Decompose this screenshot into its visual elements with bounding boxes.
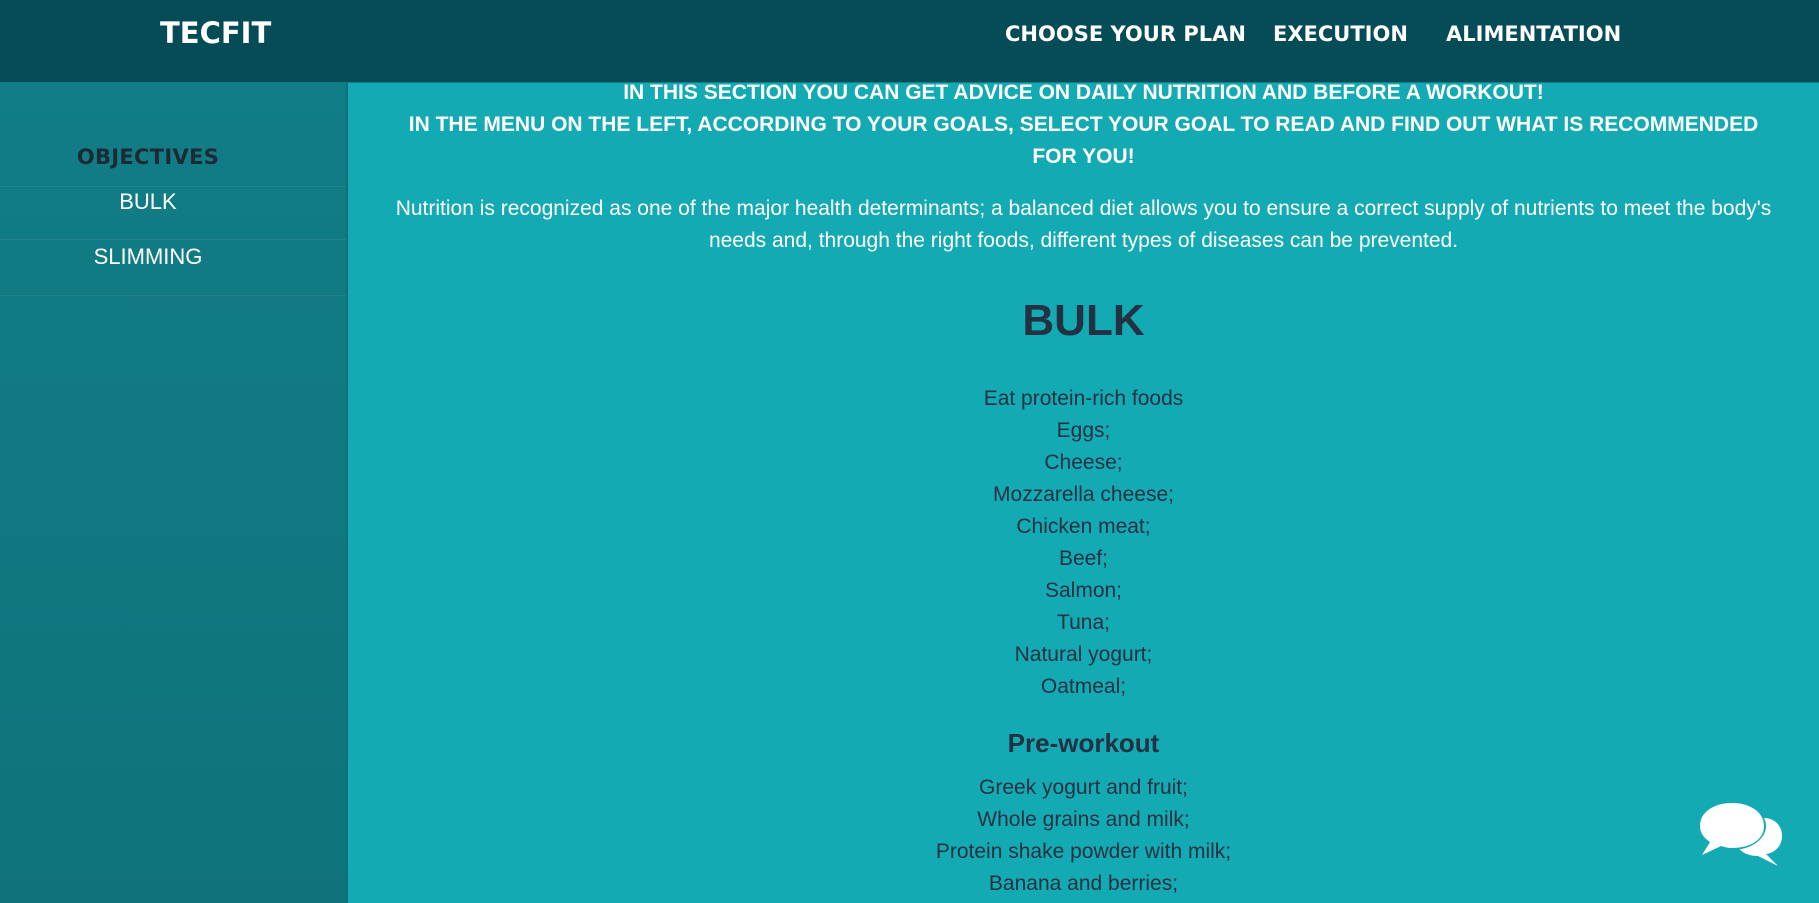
top-navbar: TECFIT CHOOSE YOUR PLAN EXECUTION ALIMEN… [0, 0, 1819, 83]
pre-workout-title: Pre-workout [1007, 728, 1160, 758]
list-item: Natural yogurt; [1014, 643, 1153, 666]
chat-bubbles-icon [1698, 802, 1782, 866]
list-item: Mozzarella cheese; [993, 483, 1174, 506]
list-item: Cheese; [1044, 451, 1123, 474]
nav-execution[interactable]: EXECUTION [1273, 22, 1408, 46]
list-item: Protein shake powder with milk; [935, 840, 1232, 863]
nav-alimentation[interactable]: ALIMENTATION [1446, 22, 1621, 46]
list-item: Eat protein-rich foods [983, 387, 1184, 410]
main-content: IN THIS SECTION YOU CAN GET ADVICE ON DA… [348, 81, 1819, 900]
list-item: Eggs; [1056, 419, 1111, 442]
brand-logo[interactable]: TECFIT [160, 16, 271, 50]
list-item: Whole grains and milk; [977, 808, 1190, 831]
list-item: Beef; [1058, 547, 1109, 570]
list-item: Chicken meat; [1016, 515, 1151, 538]
section-title: BULK [1022, 296, 1145, 345]
intro-heading: IN THIS SECTION YOU CAN GET ADVICE ON DA… [348, 77, 1819, 173]
chat-button[interactable] [1696, 800, 1786, 872]
food-list: Eat protein-rich foods Eggs; Cheese; Moz… [348, 383, 1819, 703]
list-item: Banana and berries; [988, 872, 1179, 895]
sidebar-item-slimming[interactable]: SLIMMING [0, 244, 296, 270]
sidebar-divider [0, 295, 346, 296]
nutrition-paragraph: Nutrition is recognized as one of the ma… [395, 197, 1772, 252]
sidebar: OBJECTIVES BULK SLIMMING [0, 83, 348, 903]
list-item: Tuna; [1057, 611, 1110, 634]
list-item: Oatmeal; [1040, 675, 1127, 698]
intro-line: IN THIS SECTION YOU CAN GET ADVICE ON DA… [623, 81, 1544, 104]
nav-choose-your-plan[interactable]: CHOOSE YOUR PLAN [1005, 22, 1246, 46]
sidebar-item-bulk[interactable]: BULK [0, 189, 296, 215]
intro-line: IN THE MENU ON THE LEFT, ACCORDING TO YO… [408, 113, 1759, 168]
sidebar-title: OBJECTIVES [76, 145, 220, 169]
pre-workout-list: Greek yogurt and fruit; Whole grains and… [348, 772, 1819, 900]
list-item: Greek yogurt and fruit; [979, 776, 1188, 799]
sidebar-divider [0, 239, 346, 240]
sidebar-divider [0, 186, 346, 187]
list-item: Salmon; [1044, 579, 1123, 602]
